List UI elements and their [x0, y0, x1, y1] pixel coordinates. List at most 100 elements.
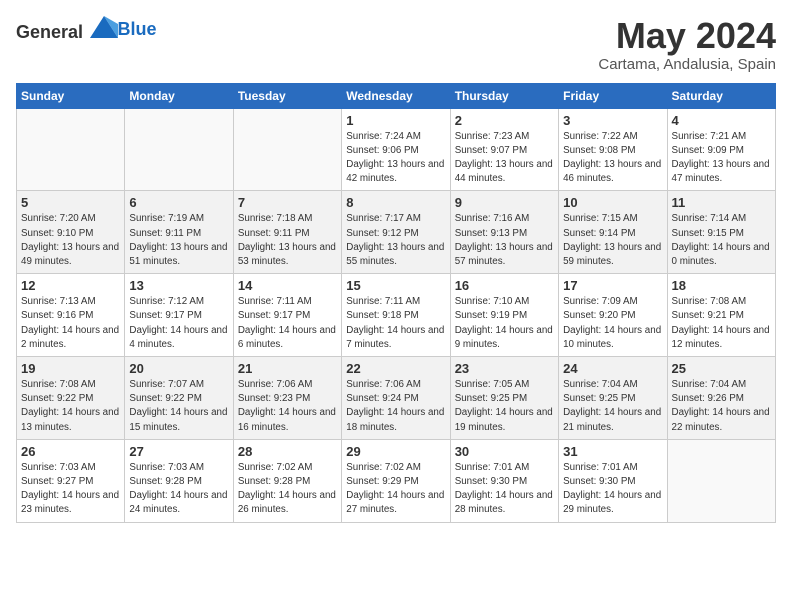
calendar-cell: 6Sunrise: 7:19 AM Sunset: 9:11 PM Daylig…	[125, 191, 233, 274]
cell-day-number: 28	[238, 444, 337, 459]
week-row-5: 26 Sunrise: 7:03 AM Sunset: 9:27 PM Dayli…	[17, 439, 776, 522]
calendar-cell: 27Sunrise: 7:03 AM Sunset: 9:28 PM Dayli…	[125, 439, 233, 522]
calendar-cell: 17 Sunrise: 7:09 AM Sunset: 9:20 PM Dayli…	[559, 274, 667, 357]
cell-day-number: 11	[672, 195, 771, 210]
calendar-cell: 25Sunrise: 7:04 AM Sunset: 9:26 PM Dayli…	[667, 357, 775, 440]
calendar-cell: 22 Sunrise: 7:06 AM Sunset: 9:24 PM Dayli…	[342, 357, 450, 440]
cell-info: Sunrise: 7:02 AM Sunset: 9:28 PM Dayligh…	[238, 461, 337, 518]
calendar-cell: 31 Sunrise: 7:01 AM Sunset: 9:30 PM Dayli…	[559, 439, 667, 522]
cell-info: Sunrise: 7:12 AM Sunset: 9:17 PM Dayligh…	[129, 295, 228, 352]
cell-day-number: 2	[455, 113, 554, 128]
calendar-cell: 26 Sunrise: 7:03 AM Sunset: 9:27 PM Dayli…	[17, 439, 125, 522]
calendar-cell: 14 Sunrise: 7:11 AM Sunset: 9:17 PM Dayli…	[233, 274, 341, 357]
cell-day-number: 13	[129, 278, 228, 293]
cell-day-number: 5	[21, 195, 120, 210]
weekday-header-saturday: Saturday	[667, 83, 775, 108]
cell-day-number: 25	[672, 361, 771, 376]
cell-info: Sunrise: 7:02 AM Sunset: 9:29 PM Dayligh…	[346, 461, 445, 518]
logo-icon	[90, 16, 118, 38]
cell-info: Sunrise: 7:06 AM Sunset: 9:24 PM Dayligh…	[346, 378, 445, 435]
cell-day-number: 3	[563, 113, 662, 128]
cell-info: Sunrise: 7:17 AM Sunset: 9:12 PM Dayligh…	[346, 212, 445, 269]
cell-day-number: 31	[563, 444, 662, 459]
month-title: May 2024	[598, 16, 776, 56]
weekday-header-monday: Monday	[125, 83, 233, 108]
calendar-cell: 13 Sunrise: 7:12 AM Sunset: 9:17 PM Dayli…	[125, 274, 233, 357]
calendar-cell: 21Sunrise: 7:06 AM Sunset: 9:23 PM Dayli…	[233, 357, 341, 440]
weekday-header-wednesday: Wednesday	[342, 83, 450, 108]
calendar-cell: 11 Sunrise: 7:14 AM Sunset: 9:15 PM Dayli…	[667, 191, 775, 274]
cell-day-number: 30	[455, 444, 554, 459]
week-row-2: 5 Sunrise: 7:20 AM Sunset: 9:10 PM Daylig…	[17, 191, 776, 274]
cell-info: Sunrise: 7:24 AM Sunset: 9:06 PM Dayligh…	[346, 130, 445, 187]
weekday-header-friday: Friday	[559, 83, 667, 108]
cell-day-number: 1	[346, 113, 445, 128]
cell-info: Sunrise: 7:08 AM Sunset: 9:21 PM Dayligh…	[672, 295, 771, 352]
calendar-cell: 24Sunrise: 7:04 AM Sunset: 9:25 PM Dayli…	[559, 357, 667, 440]
cell-day-number: 7	[238, 195, 337, 210]
week-row-3: 12 Sunrise: 7:13 AM Sunset: 9:16 PM Dayli…	[17, 274, 776, 357]
cell-info: Sunrise: 7:15 AM Sunset: 9:14 PM Dayligh…	[563, 212, 662, 269]
cell-info: Sunrise: 7:09 AM Sunset: 9:20 PM Dayligh…	[563, 295, 662, 352]
cell-day-number: 4	[672, 113, 771, 128]
calendar-cell: 30 Sunrise: 7:01 AM Sunset: 9:30 PM Dayli…	[450, 439, 558, 522]
logo-blue: Blue	[118, 19, 157, 39]
calendar-cell: 29 Sunrise: 7:02 AM Sunset: 9:29 PM Dayli…	[342, 439, 450, 522]
cell-info: Sunrise: 7:08 AM Sunset: 9:22 PM Dayligh…	[21, 378, 120, 435]
cell-day-number: 24	[563, 361, 662, 376]
calendar-cell: 5 Sunrise: 7:20 AM Sunset: 9:10 PM Daylig…	[17, 191, 125, 274]
calendar-cell: 9Sunrise: 7:16 AM Sunset: 9:13 PM Daylig…	[450, 191, 558, 274]
calendar-cell: 28 Sunrise: 7:02 AM Sunset: 9:28 PM Dayli…	[233, 439, 341, 522]
calendar-cell: 2 Sunrise: 7:23 AM Sunset: 9:07 PM Daylig…	[450, 108, 558, 191]
weekday-header-tuesday: Tuesday	[233, 83, 341, 108]
cell-day-number: 23	[455, 361, 554, 376]
cell-info: Sunrise: 7:01 AM Sunset: 9:30 PM Dayligh…	[563, 461, 662, 518]
cell-day-number: 8	[346, 195, 445, 210]
cell-info: Sunrise: 7:18 AM Sunset: 9:11 PM Dayligh…	[238, 212, 337, 269]
cell-info: Sunrise: 7:07 AM Sunset: 9:22 PM Dayligh…	[129, 378, 228, 435]
cell-info: Sunrise: 7:13 AM Sunset: 9:16 PM Dayligh…	[21, 295, 120, 352]
calendar-cell: 4Sunrise: 7:21 AM Sunset: 9:09 PM Daylig…	[667, 108, 775, 191]
cell-info: Sunrise: 7:23 AM Sunset: 9:07 PM Dayligh…	[455, 130, 554, 187]
cell-info: Sunrise: 7:03 AM Sunset: 9:27 PM Dayligh…	[21, 461, 120, 518]
cell-day-number: 19	[21, 361, 120, 376]
logo-general: General	[16, 22, 83, 42]
weekday-header-thursday: Thursday	[450, 83, 558, 108]
cell-day-number: 26	[21, 444, 120, 459]
cell-day-number: 17	[563, 278, 662, 293]
cell-info: Sunrise: 7:01 AM Sunset: 9:30 PM Dayligh…	[455, 461, 554, 518]
calendar-cell: 20 Sunrise: 7:07 AM Sunset: 9:22 PM Dayli…	[125, 357, 233, 440]
cell-day-number: 6	[129, 195, 228, 210]
cell-info: Sunrise: 7:11 AM Sunset: 9:17 PM Dayligh…	[238, 295, 337, 352]
cell-info: Sunrise: 7:22 AM Sunset: 9:08 PM Dayligh…	[563, 130, 662, 187]
cell-info: Sunrise: 7:06 AM Sunset: 9:23 PM Dayligh…	[238, 378, 337, 435]
calendar-cell: 12 Sunrise: 7:13 AM Sunset: 9:16 PM Dayli…	[17, 274, 125, 357]
calendar-cell: 7 Sunrise: 7:18 AM Sunset: 9:11 PM Daylig…	[233, 191, 341, 274]
cell-info: Sunrise: 7:14 AM Sunset: 9:15 PM Dayligh…	[672, 212, 771, 269]
cell-info: Sunrise: 7:20 AM Sunset: 9:10 PM Dayligh…	[21, 212, 120, 269]
calendar-cell: 8 Sunrise: 7:17 AM Sunset: 9:12 PM Daylig…	[342, 191, 450, 274]
cell-day-number: 18	[672, 278, 771, 293]
cell-day-number: 20	[129, 361, 228, 376]
calendar-cell: 3 Sunrise: 7:22 AM Sunset: 9:08 PM Daylig…	[559, 108, 667, 191]
cell-day-number: 29	[346, 444, 445, 459]
calendar-cell: 18 Sunrise: 7:08 AM Sunset: 9:21 PM Dayli…	[667, 274, 775, 357]
cell-day-number: 27	[129, 444, 228, 459]
cell-info: Sunrise: 7:10 AM Sunset: 9:19 PM Dayligh…	[455, 295, 554, 352]
cell-day-number: 9	[455, 195, 554, 210]
location-title: Cartama, Andalusia, Spain	[598, 56, 776, 73]
calendar-cell	[125, 108, 233, 191]
calendar-cell: 15Sunrise: 7:11 AM Sunset: 9:18 PM Dayli…	[342, 274, 450, 357]
week-row-1: 1 Sunrise: 7:24 AM Sunset: 9:06 PM Daylig…	[17, 108, 776, 191]
header: General Blue May 2024 Cartama, Andalusia…	[16, 16, 776, 73]
cell-day-number: 12	[21, 278, 120, 293]
cell-day-number: 22	[346, 361, 445, 376]
cell-day-number: 10	[563, 195, 662, 210]
calendar-cell: 16Sunrise: 7:10 AM Sunset: 9:19 PM Dayli…	[450, 274, 558, 357]
cell-day-number: 14	[238, 278, 337, 293]
calendar-cell: 10 Sunrise: 7:15 AM Sunset: 9:14 PM Dayli…	[559, 191, 667, 274]
calendar-cell: 1 Sunrise: 7:24 AM Sunset: 9:06 PM Daylig…	[342, 108, 450, 191]
week-row-4: 19 Sunrise: 7:08 AM Sunset: 9:22 PM Dayli…	[17, 357, 776, 440]
calendar-cell	[233, 108, 341, 191]
cell-info: Sunrise: 7:05 AM Sunset: 9:25 PM Dayligh…	[455, 378, 554, 435]
